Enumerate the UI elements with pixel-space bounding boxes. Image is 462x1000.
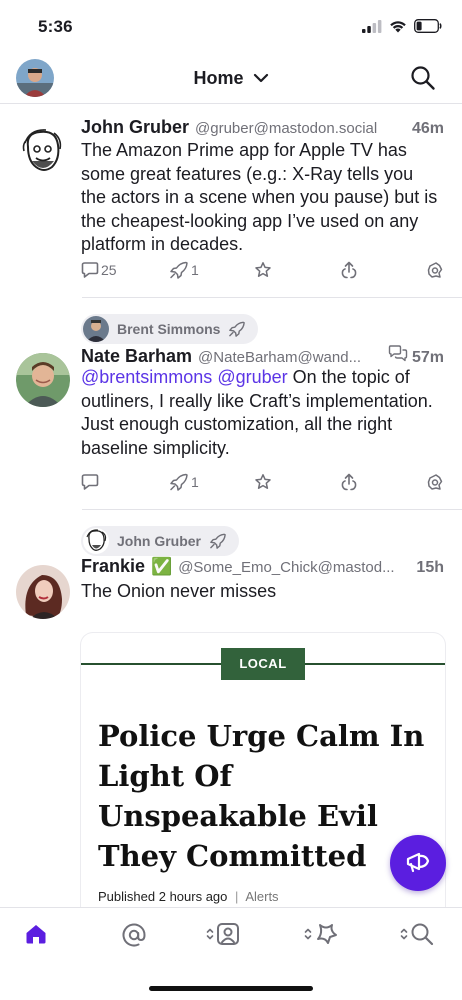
boost-button[interactable]: 1 (169, 261, 199, 279)
more-button[interactable] (426, 261, 444, 279)
post-actions: 25 1 (81, 261, 444, 283)
more-icon (427, 474, 443, 490)
display-name[interactable]: Nate Barham (81, 346, 192, 367)
status-bar: 5:36 (0, 0, 462, 54)
boost-button[interactable]: 1 (169, 473, 199, 491)
booster-name: John Gruber (117, 533, 202, 549)
author-avatar[interactable] (16, 125, 70, 179)
boost-count: 1 (191, 474, 199, 490)
post-header: Frankie ✅ @Some_Emo_Chick@mastod... 15h (81, 556, 444, 577)
home-indicator (149, 986, 313, 991)
card-section-tag: LOCAL (221, 648, 305, 680)
share-icon (341, 473, 357, 491)
post-time: 46m (411, 120, 444, 137)
card-separator: | (235, 889, 239, 904)
boost-icon (170, 261, 188, 279)
status-time: 5:36 (38, 17, 73, 36)
post-time: 15h (416, 559, 444, 576)
chevron-down-icon (253, 73, 268, 82)
display-name[interactable]: Frankie (81, 556, 145, 577)
card-published-label: Published (98, 889, 156, 904)
status-icons (362, 19, 442, 33)
reply-icon (81, 262, 99, 278)
nav-bar: Home (0, 54, 462, 104)
post-header: John Gruber @gruber@mastodon.social 46m (81, 117, 444, 138)
reply-button[interactable]: 25 (81, 261, 117, 279)
mention-link[interactable]: @brentsimmons (81, 367, 212, 387)
card-meta: Published 2 hours ago | Alerts (98, 889, 279, 904)
reply-icon (81, 474, 99, 490)
swap-chevrons-icon (400, 928, 408, 940)
post[interactable]: John Gruber Frankie ✅ @Some_Emo_Chick@ma… (0, 510, 462, 907)
swap-chevrons-icon (304, 928, 312, 940)
handle: @Some_Emo_Chick@mastod... (178, 559, 395, 576)
compose-icon (406, 852, 430, 873)
share-icon (341, 261, 357, 279)
handle: @gruber@mastodon.social (195, 120, 378, 137)
mention-link[interactable]: @gruber (217, 367, 287, 387)
display-name[interactable]: John Gruber (81, 117, 189, 138)
verified-emoji: ✅ (151, 557, 173, 577)
tab-home[interactable] (24, 922, 48, 946)
boost-icon (229, 321, 246, 337)
favorite-icon (255, 262, 271, 277)
author-avatar[interactable] (16, 565, 70, 619)
thread-reply-icon (388, 345, 408, 362)
post[interactable]: John Gruber @gruber@mastodon.social 46m … (0, 105, 462, 298)
timeline[interactable]: John Gruber @gruber@mastodon.social 46m … (0, 105, 462, 907)
tab-mentions[interactable] (121, 922, 147, 948)
handle: @NateBarham@wand... (198, 349, 362, 366)
booster-avatar (83, 316, 109, 342)
boost-icon (210, 533, 226, 549)
compose-button[interactable] (390, 835, 446, 891)
share-button[interactable] (340, 473, 358, 491)
post-content: The Onion never misses (81, 581, 277, 601)
signal-icon (362, 19, 382, 33)
tab-profile[interactable] (206, 922, 240, 946)
notifications-icon (317, 924, 337, 944)
post-content: @brentsimmons @gruber On the topic of ou… (81, 366, 438, 460)
mentions-icon (122, 923, 146, 947)
favorite-button[interactable] (254, 261, 272, 279)
booster-avatar (83, 528, 109, 554)
boost-count: 1 (191, 262, 199, 278)
battery-icon (414, 19, 442, 33)
share-button[interactable] (340, 261, 358, 279)
boost-icon (170, 473, 188, 491)
profile-icon (217, 923, 239, 945)
booster-name: Brent Simmons (117, 321, 221, 337)
timeline-title: Home (193, 68, 244, 88)
favorite-icon (255, 474, 271, 489)
card-headline: Police Urge Calm In Light Of Unspeakable… (98, 719, 425, 873)
post-header: Nate Barham @NateBarham@wand... 57m (81, 344, 444, 367)
search-icon[interactable] (410, 65, 436, 91)
boosted-by-chip[interactable]: Brent Simmons (81, 314, 259, 344)
reply-button[interactable] (81, 473, 99, 491)
boosted-by-chip[interactable]: John Gruber (81, 526, 240, 556)
tab-search[interactable] (400, 922, 434, 946)
favorite-button[interactable] (254, 473, 272, 491)
timeline-selector[interactable]: Home (0, 68, 462, 89)
card-published-time: 2 hours ago (158, 889, 228, 904)
author-avatar[interactable] (16, 353, 70, 407)
swap-chevrons-icon (206, 928, 214, 940)
post-time: 57m (411, 349, 444, 366)
post-content: The Amazon Prime app for Apple TV has so… (81, 140, 438, 254)
card-category: Alerts (245, 889, 279, 904)
search-icon (411, 923, 434, 946)
tab-notifications[interactable] (304, 922, 340, 946)
wifi-icon (390, 20, 406, 32)
post-actions: 1 (81, 473, 444, 495)
home-icon (26, 925, 46, 944)
reply-count: 25 (101, 262, 117, 278)
more-icon (427, 262, 443, 278)
more-button[interactable] (426, 473, 444, 491)
